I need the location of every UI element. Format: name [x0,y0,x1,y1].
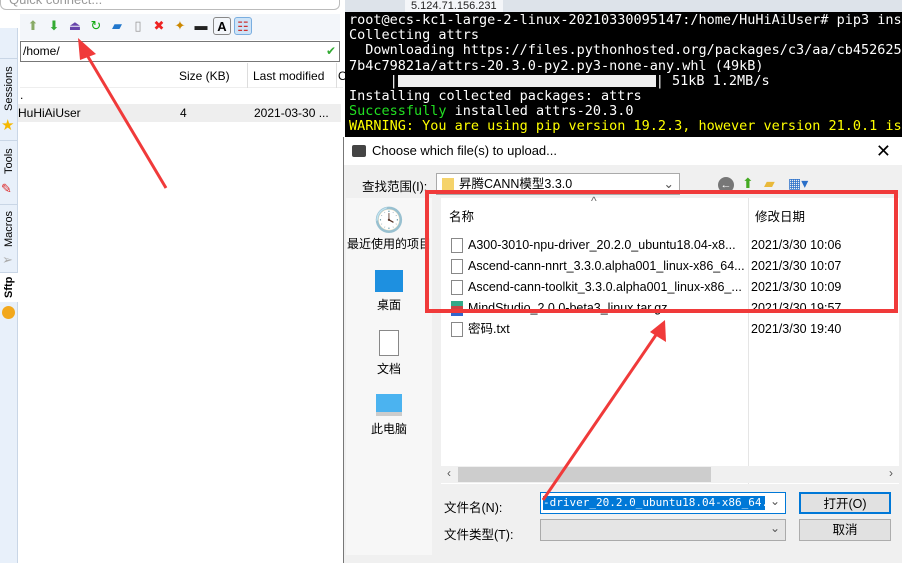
annotation-arrows [78,38,666,501]
arrowhead [78,38,96,60]
annotation-arrow-upload [82,49,168,189]
annotation-arrow-filename [541,331,660,501]
